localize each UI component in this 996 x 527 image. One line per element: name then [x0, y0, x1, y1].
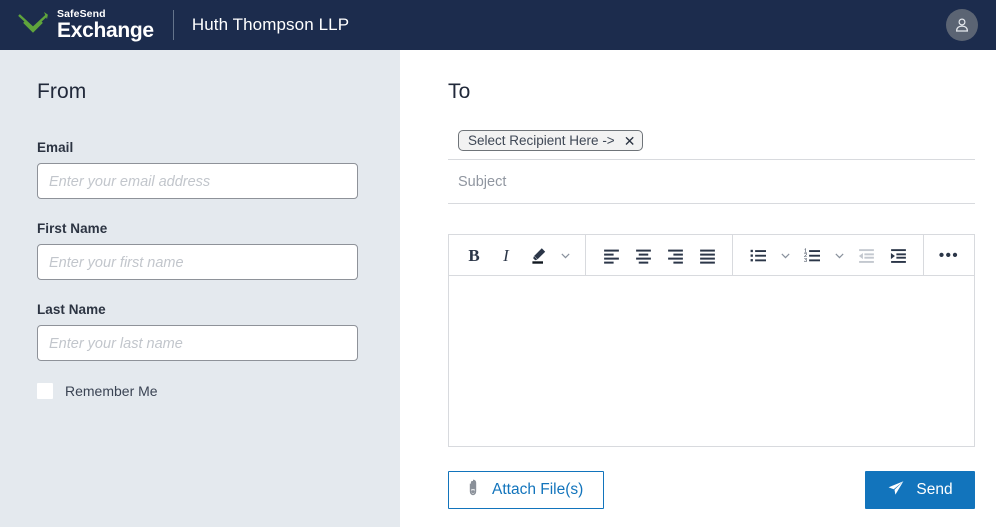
last-name-field-group: Last Name: [37, 302, 358, 361]
first-name-field-group: First Name: [37, 221, 358, 280]
last-name-input[interactable]: [37, 325, 358, 361]
company-name: Huth Thompson LLP: [191, 15, 350, 34]
compose-actions: Attach File(s) Send: [448, 471, 975, 509]
paperclip-icon: [465, 479, 481, 501]
bulleted-list-button[interactable]: [744, 241, 772, 269]
numbered-list-button[interactable]: 1 2 3: [798, 241, 826, 269]
numbered-list-dropdown[interactable]: [830, 241, 848, 269]
text-highlight-button[interactable]: [524, 241, 552, 269]
brand-wordmark: SafeSend Exchange: [57, 9, 154, 41]
toolbar-group-format: B I: [449, 235, 585, 275]
align-justify-icon: [699, 249, 715, 264]
from-panel: From Email First Name Last Name Remember…: [0, 50, 400, 527]
email-label: Email: [37, 140, 74, 155]
attach-files-button[interactable]: Attach File(s): [448, 471, 605, 509]
to-panel-title: To: [448, 80, 471, 103]
attach-files-label: Attach File(s): [492, 481, 584, 498]
align-center-button[interactable]: [629, 241, 657, 269]
align-center-icon: [635, 249, 651, 264]
bold-button[interactable]: B: [460, 241, 488, 269]
subject-row[interactable]: [448, 160, 975, 204]
email-field-group: Email: [37, 140, 358, 199]
first-name-label: First Name: [37, 221, 108, 236]
decrease-indent-button[interactable]: [852, 241, 880, 269]
numbered-list-icon: 1 2 3: [804, 248, 820, 263]
subject-input[interactable]: [458, 174, 975, 190]
header-divider: [172, 10, 174, 40]
chevron-down-icon: [780, 253, 790, 258]
brand-logo[interactable]: SafeSend Exchange: [16, 9, 154, 41]
user-avatar-icon: [955, 18, 969, 32]
align-justify-button[interactable]: [693, 241, 721, 269]
app-header: SafeSend Exchange Huth Thompson LLP: [0, 0, 996, 50]
editor-toolbar: B I 1 2 3 •••: [449, 234, 974, 276]
toolbar-group-align: [586, 235, 732, 275]
align-right-button[interactable]: [661, 241, 689, 269]
remember-me-label: Remember Me: [65, 383, 158, 399]
recipient-chip-label: Select Recipient Here ->: [468, 133, 615, 148]
rich-text-editor: B I 1 2 3 •••: [448, 234, 975, 447]
remember-me-row[interactable]: Remember Me: [37, 383, 358, 399]
safesend-chevron-logo-icon: [16, 10, 50, 40]
ellipsis-icon: •••: [938, 246, 960, 264]
align-left-icon: [603, 249, 619, 264]
italic-icon: I: [503, 245, 509, 265]
to-panel: To Select Recipient Here -> ✕ B I: [400, 50, 996, 527]
close-icon[interactable]: ✕: [624, 134, 636, 148]
user-avatar[interactable]: [946, 9, 978, 41]
align-right-icon: [667, 249, 683, 264]
message-body-input[interactable]: [449, 276, 974, 446]
toolbar-group-lists: 1 2 3: [733, 235, 923, 275]
bulleted-list-dropdown[interactable]: [776, 241, 794, 269]
first-name-input[interactable]: [37, 244, 358, 280]
bold-icon: B: [468, 245, 480, 265]
send-button[interactable]: Send: [865, 471, 975, 509]
paper-plane-icon: [887, 479, 905, 502]
recipient-row[interactable]: Select Recipient Here -> ✕: [448, 130, 975, 160]
toolbar-group-more: •••: [924, 235, 974, 275]
increase-indent-button[interactable]: [884, 241, 912, 269]
align-left-button[interactable]: [597, 241, 625, 269]
email-input[interactable]: [37, 163, 358, 199]
page-body: From Email First Name Last Name Remember…: [0, 50, 996, 527]
recipient-chip[interactable]: Select Recipient Here -> ✕: [458, 130, 644, 151]
svg-text:3: 3: [804, 257, 807, 263]
from-panel-title: From: [37, 80, 87, 103]
italic-button[interactable]: I: [492, 241, 520, 269]
chevron-down-icon: [560, 253, 570, 258]
highlighter-icon: [531, 247, 545, 264]
brand-name-bottom: Exchange: [57, 18, 154, 42]
last-name-label: Last Name: [37, 302, 106, 317]
outdent-icon: [858, 248, 874, 263]
bulleted-list-icon: [750, 249, 766, 261]
text-highlight-dropdown[interactable]: [556, 241, 574, 269]
remember-me-checkbox[interactable]: [37, 383, 53, 399]
send-label: Send: [916, 481, 953, 498]
more-options-button[interactable]: •••: [935, 241, 963, 269]
indent-icon: [890, 248, 906, 263]
chevron-down-icon: [834, 253, 844, 258]
